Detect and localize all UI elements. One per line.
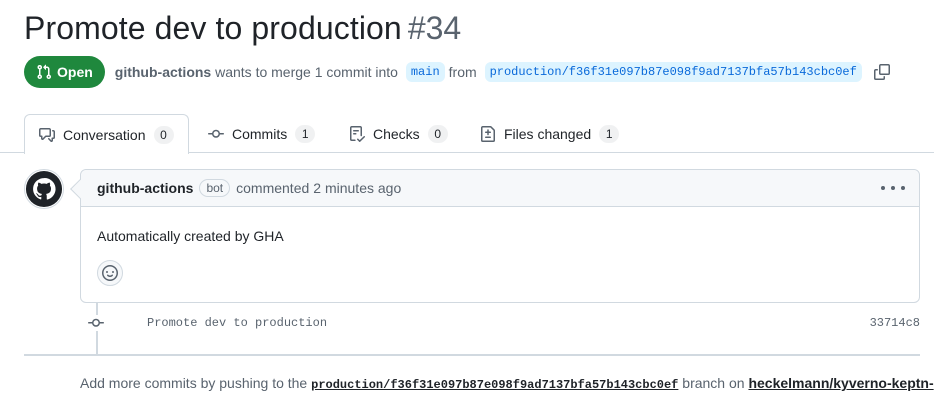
- copy-icon[interactable]: [873, 64, 890, 80]
- pr-tabs: Conversation 0 Commits 1 Checks 0 Files …: [0, 114, 934, 154]
- comment-body: Automatically created by GHA: [97, 228, 284, 244]
- comment-box: github-actions bot commented 2 minutes a…: [70, 169, 920, 303]
- tab-files-changed-label: Files changed: [504, 125, 592, 142]
- commit-sha-link[interactable]: 33714c8: [870, 316, 920, 330]
- push-branch-link[interactable]: production/f36f31e097b87e098f9ad7137bfa5…: [311, 378, 678, 392]
- comment-header: github-actions bot commented 2 minutes a…: [81, 170, 919, 207]
- checklist-icon: [349, 125, 365, 142]
- comment-action: commented: [236, 180, 310, 196]
- tab-checks[interactable]: Checks 0: [335, 114, 462, 153]
- git-commit-icon: [88, 315, 104, 331]
- avatar[interactable]: [24, 169, 64, 209]
- push-instructions-prefix: Add more commits by pushing to the: [80, 375, 308, 391]
- file-diff-icon: [480, 125, 496, 142]
- git-commit-icon: [208, 126, 224, 142]
- tab-commits[interactable]: Commits 1: [194, 114, 329, 153]
- timeline-commit-item: Promote dev to production 33714c8: [80, 310, 920, 336]
- pr-title: Promote dev to production: [24, 10, 402, 46]
- tab-conversation[interactable]: Conversation 0: [24, 114, 189, 154]
- comment-timestamp[interactable]: 2 minutes ago: [313, 180, 401, 196]
- tab-commits-count: 1: [295, 124, 316, 143]
- git-pull-request-icon: [36, 64, 52, 80]
- tab-conversation-label: Conversation: [63, 126, 146, 143]
- head-branch[interactable]: production/f36f31e097b87e098f9ad7137bfa5…: [484, 62, 862, 82]
- pr-number: #34: [407, 10, 462, 46]
- tab-conversation-count: 0: [153, 125, 174, 144]
- kebab-horizontal-icon[interactable]: [881, 180, 905, 196]
- smiley-icon: [102, 265, 118, 281]
- comment-discussion-icon: [39, 127, 55, 143]
- github-mark-icon: [25, 170, 63, 208]
- base-branch[interactable]: main: [405, 62, 445, 82]
- pr-meta-row: Open github-actions wants to merge 1 com…: [24, 56, 890, 88]
- tab-files-changed[interactable]: Files changed 1: [466, 114, 633, 153]
- bot-badge: bot: [199, 179, 231, 197]
- comment-author-link[interactable]: github-actions: [97, 180, 193, 196]
- repo-link[interactable]: heckelmann/kyverno-keptn-: [748, 375, 933, 391]
- commit-message-link[interactable]: Promote dev to production: [147, 316, 327, 330]
- timeline-divider: [24, 354, 920, 356]
- pr-state-label: Open: [57, 64, 93, 80]
- push-instructions: Add more commits by pushing to the produ…: [80, 375, 934, 392]
- tab-checks-label: Checks: [373, 125, 420, 142]
- tab-commits-label: Commits: [232, 125, 288, 142]
- add-reaction-button[interactable]: [97, 260, 123, 286]
- pr-title-row: Promote dev to production #34: [24, 10, 461, 47]
- tab-checks-count: 0: [427, 124, 448, 143]
- push-instructions-middle: branch on: [682, 375, 745, 391]
- pr-state-badge: Open: [24, 56, 105, 88]
- pr-merge-summary: github-actions wants to merge 1 commit i…: [115, 62, 890, 82]
- tab-files-changed-count: 1: [599, 124, 620, 143]
- merge-text: wants to merge 1 commit into: [215, 64, 398, 80]
- pr-author-link[interactable]: github-actions: [115, 64, 211, 80]
- from-text: from: [448, 64, 477, 80]
